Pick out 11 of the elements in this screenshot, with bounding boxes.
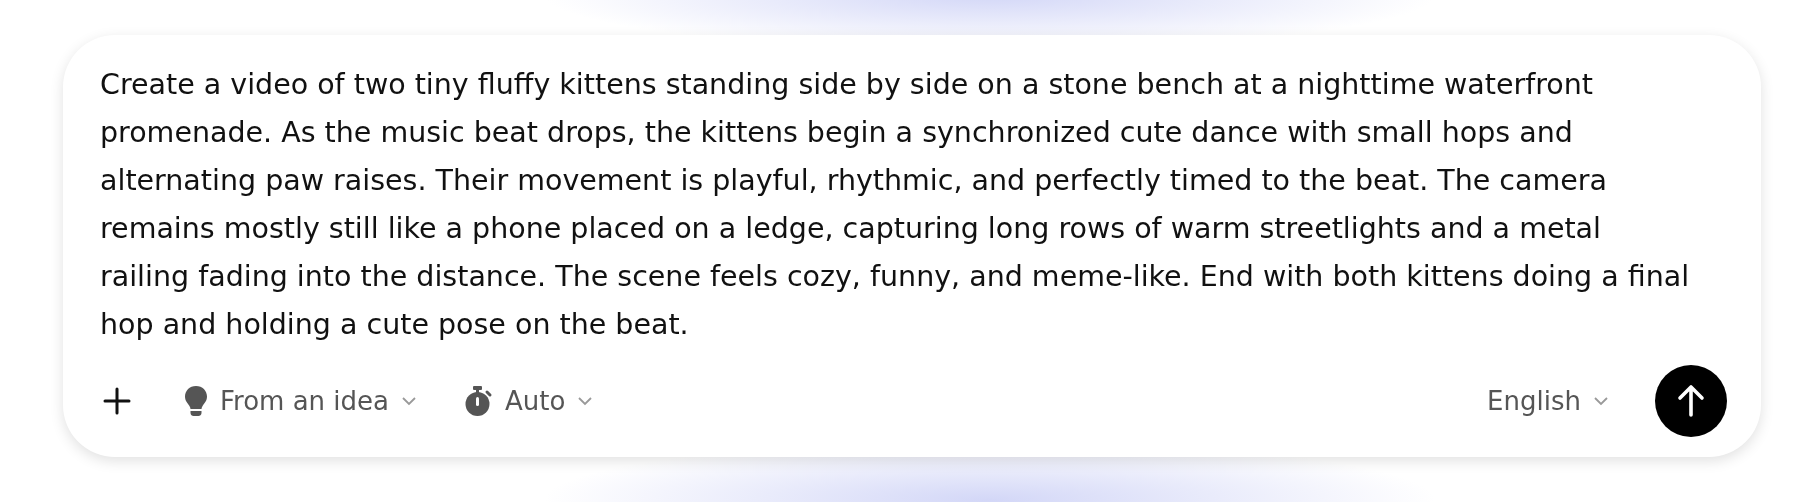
chevron-down-icon	[1593, 396, 1609, 406]
plus-icon	[102, 386, 132, 416]
duration-dropdown[interactable]: Auto	[463, 385, 594, 417]
lightbulb-icon	[184, 385, 208, 417]
mode-dropdown[interactable]: From an idea	[184, 385, 417, 417]
chevron-down-icon	[577, 396, 594, 406]
stopwatch-icon	[463, 385, 493, 417]
chevron-down-icon	[401, 396, 417, 406]
language-dropdown[interactable]: English	[1487, 386, 1609, 416]
prompt-field[interactable]: Create a video of two tiny fluffy kittens standing side by side on a stone bench at a nighttime waterfront promenade. As the music beat drops, the kittens begin a synchronized cute dance with small hops and alternating paw raises. Their movement is playful, rhythmic, and perfectly timed to the beat. The camera remains mostly still like a phone placed on a ledge, capturing long rows of warm streetlights and a metal railing fading into the distance. The scene feels cozy, funny, and meme-like. End with both kittens doing a final hop and holding a cute pose on the beat.	[100, 61, 1727, 349]
arrow-up-icon	[1676, 384, 1706, 418]
